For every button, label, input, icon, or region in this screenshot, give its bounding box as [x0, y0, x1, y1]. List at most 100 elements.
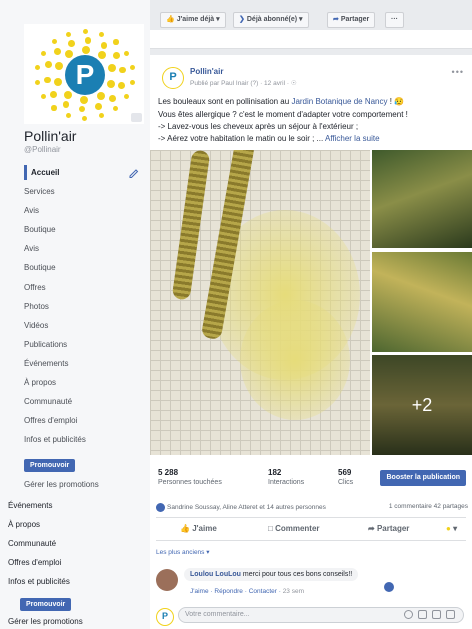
nav-offres[interactable]: Offres — [24, 280, 146, 295]
nav-evenements-dup[interactable]: Événements — [8, 498, 52, 513]
logo-dot — [51, 105, 57, 111]
page-logo[interactable]: P — [24, 24, 144, 124]
commenter-avatar[interactable] — [156, 569, 178, 591]
manage-promotions-link-dup[interactable]: Gérer les promotions — [8, 614, 83, 629]
logo-badge: P — [65, 55, 105, 95]
post-thumb-2[interactable] — [372, 252, 472, 352]
nav-evenements[interactable]: Événements — [24, 356, 146, 371]
post-avatar[interactable]: P — [162, 67, 184, 89]
logo-dot — [54, 77, 63, 86]
nav-communaute-dup[interactable]: Communauté — [8, 536, 56, 551]
emoji-icon: 😥 — [394, 97, 405, 106]
nav-infos-publicites[interactable]: Infos et publicités — [24, 432, 146, 447]
logo-dot — [66, 31, 72, 37]
share-arrow-icon: ➦ — [368, 524, 375, 533]
garden-link[interactable]: Jardin Botanique de Nancy — [291, 97, 387, 106]
emoji-picker-icon[interactable] — [404, 610, 413, 619]
nav-infos-publicites-dup[interactable]: Infos et publicités — [8, 574, 70, 589]
post-meta-text: Publié par Paul Inair (?) · 12 avril · — [190, 80, 289, 87]
reactions-summary[interactable]: Sandrine Soussay, Aline Atteret et 14 au… — [156, 503, 468, 512]
logo-letter: P — [75, 59, 95, 90]
page-sidebar: P Pollin'air @Pollinair Accueil Services… — [0, 0, 150, 629]
post-text-line-3: -> Lavez-vous les cheveux après un séjou… — [158, 122, 359, 131]
share-page-button[interactable]: ➦ Partager — [327, 12, 376, 28]
nav-a-propos-dup[interactable]: À propos — [8, 517, 40, 532]
nav-photos[interactable]: Photos — [24, 299, 146, 314]
logo-dot — [50, 90, 57, 98]
comment-like-reaction-icon[interactable] — [384, 582, 394, 592]
camera-icon[interactable] — [131, 113, 142, 122]
comment-reply-link[interactable]: Répondre — [214, 588, 243, 595]
logo-dot — [109, 94, 117, 102]
nav-videos[interactable]: Vidéos — [24, 318, 146, 333]
nav-boutique-2[interactable]: Boutique — [24, 260, 146, 275]
logo-dot — [35, 79, 41, 85]
comment-time[interactable]: 23 sem — [283, 588, 304, 595]
comment-author[interactable]: Loulou LouLou — [190, 571, 241, 578]
page-handle[interactable]: @Pollinair — [24, 145, 61, 154]
promote-button-dup[interactable]: Promouvoir — [20, 598, 72, 611]
nav-avis-2[interactable]: Avis — [24, 241, 146, 256]
nav-offres-emploi-dup[interactable]: Offres d'emploi — [8, 555, 61, 570]
boost-post-button[interactable]: Booster la publication — [380, 470, 466, 486]
reply-row: P Votre commentaire... — [156, 607, 466, 626]
promote-button[interactable]: Promouvoir — [24, 459, 76, 472]
logo-dot — [113, 52, 120, 60]
share-post-button[interactable]: ➦ Partager — [368, 524, 409, 533]
like-page-button[interactable]: 👍 J'aime déjà ▾ — [160, 12, 226, 28]
logo-dot — [98, 51, 107, 60]
like-reaction-icon — [156, 503, 165, 512]
post-main-photo[interactable] — [150, 150, 370, 455]
sticker-icon[interactable] — [446, 610, 455, 619]
post-text-line-2: Vous êtes allergique ? c'est le moment d… — [158, 110, 408, 119]
comment-bubble-icon: □ — [268, 524, 273, 533]
nav-publications[interactable]: Publications — [24, 337, 146, 352]
logo-dot — [124, 50, 130, 57]
camera-icon[interactable] — [418, 610, 427, 619]
logo-dot — [113, 39, 119, 45]
logo-dot — [78, 105, 86, 113]
share-arrow-icon: ➦ — [333, 16, 339, 23]
pencil-icon[interactable] — [128, 167, 140, 179]
thumb-1-bg — [372, 150, 472, 248]
comment-post-button[interactable]: □ Commenter — [268, 524, 320, 533]
nav-services[interactable]: Services — [24, 184, 146, 199]
post-card: P Pollin'air Publié par Paul Inair (?) ·… — [150, 55, 472, 629]
logo-dot — [45, 61, 53, 69]
follow-page-button[interactable]: ❯ Déjà abonné(e) ▾ — [233, 12, 309, 28]
comment-post-label: Commenter — [275, 524, 320, 533]
comments-shares-count[interactable]: 1 commentaire 42 partages — [389, 503, 468, 510]
post-thumb-1[interactable] — [372, 150, 472, 248]
page-identity-selector[interactable]: ● ▾ — [446, 524, 457, 533]
comment-sort-dropdown[interactable]: Les plus anciens ▾ — [156, 548, 210, 556]
post-text-1a: Les bouleaux sont en pollinisation au — [158, 97, 292, 106]
nav-offres-emploi[interactable]: Offres d'emploi — [24, 413, 146, 428]
logo-dot — [35, 64, 41, 70]
stat-reach-value: 5 288 — [158, 468, 179, 477]
nav-avis[interactable]: Avis — [24, 203, 146, 218]
comment-text: merci pour tous ces bons conseils!! — [240, 571, 353, 578]
logo-dot — [107, 64, 116, 73]
logo-dot — [107, 79, 116, 88]
manage-promotions-link[interactable]: Gérer les promotions — [24, 477, 146, 492]
like-post-button[interactable]: 👍 J'aime — [180, 524, 217, 533]
nav-boutique[interactable]: Boutique — [24, 222, 146, 237]
nav-a-propos[interactable]: À propos — [24, 375, 146, 390]
nav-communaute[interactable]: Communauté — [24, 394, 146, 409]
logo-dot — [62, 101, 70, 108]
logo-dot — [40, 93, 46, 100]
logo-dot — [123, 94, 130, 100]
post-author[interactable]: Pollin'air — [190, 67, 223, 76]
page-title[interactable]: Pollin'air — [24, 128, 76, 144]
post-options-icon[interactable]: ••• — [452, 67, 464, 77]
more-photos-overlay[interactable]: +2 — [372, 355, 472, 455]
more-options-button[interactable]: ··· — [385, 12, 404, 28]
comment-like-link[interactable]: J'aime — [190, 588, 209, 595]
comment-contact-link[interactable]: Contacter — [249, 588, 277, 595]
see-more-link[interactable]: Afficher la suite — [325, 134, 380, 143]
reactions-text: Sandrine Soussay, Aline Atteret et 14 au… — [167, 504, 326, 512]
gif-icon[interactable] — [432, 610, 441, 619]
follow-page-label: Déjà abonné(e) — [246, 16, 298, 23]
logo-dot — [65, 112, 71, 119]
reply-avatar-letter: P — [161, 611, 168, 621]
